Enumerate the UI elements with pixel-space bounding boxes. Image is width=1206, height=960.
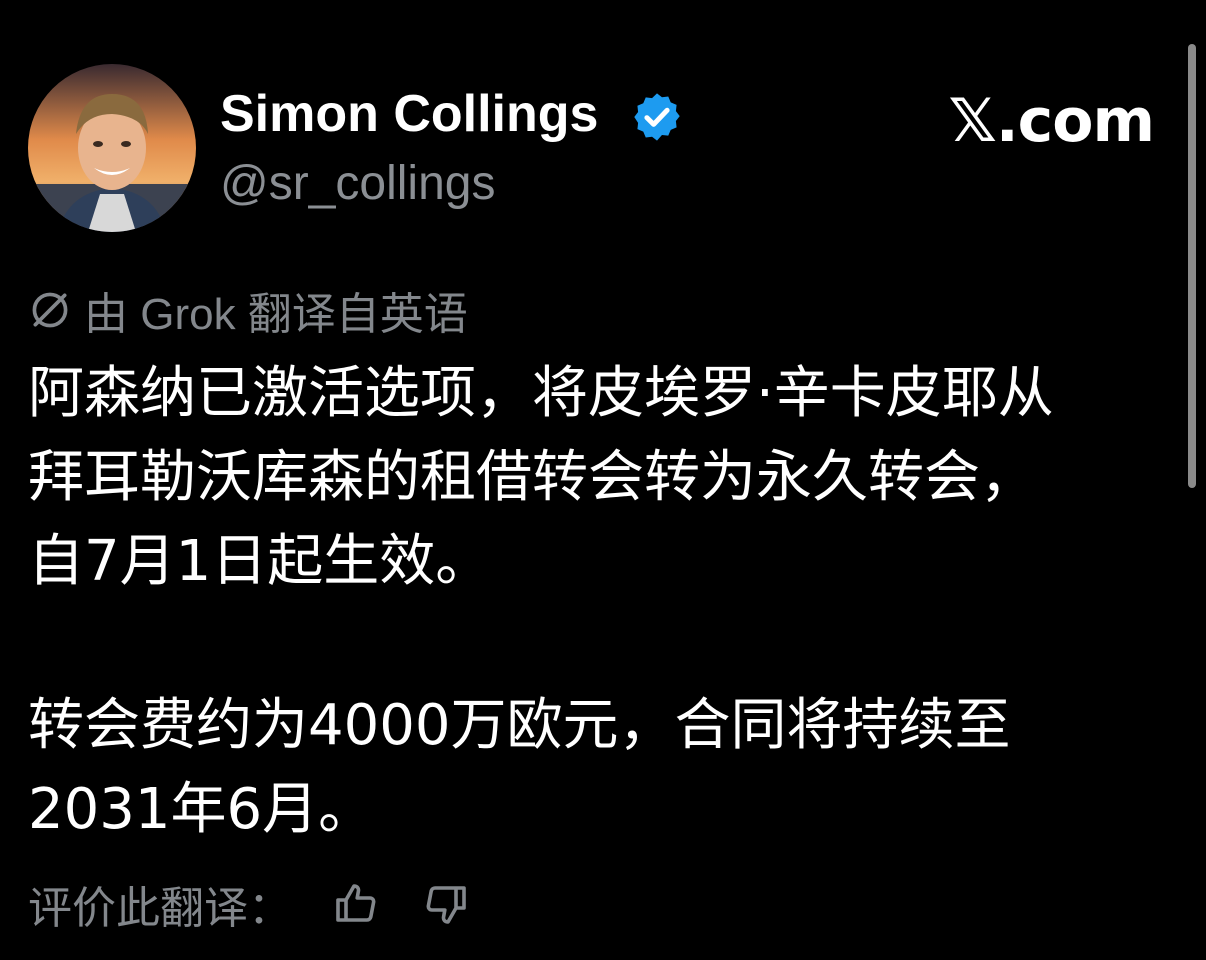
rate-translation: 评价此翻译：	[28, 872, 472, 936]
author-handle[interactable]: @sr_collings	[220, 156, 495, 211]
status-bar-fragment	[560, 0, 640, 4]
author-name[interactable]: Simon Collings	[220, 84, 598, 144]
site-brand-logo: 𝕏.com	[948, 86, 1155, 156]
tweet-paragraph-1: 阿森纳已激活选项，将皮埃罗·辛卡皮耶从 拜耳勒沃库森的租借转会转为永久转会， 自…	[28, 361, 1054, 594]
rate-label: 评价此翻译：	[28, 884, 292, 933]
scrollbar-thumb[interactable]	[1188, 44, 1196, 488]
avatar-image	[28, 64, 196, 232]
thumbs-down-button[interactable]	[420, 878, 472, 930]
verified-badge-icon	[634, 93, 680, 141]
thumbs-down-icon	[426, 886, 466, 924]
translation-note-text: 由 Grok 翻译自英语	[84, 290, 468, 339]
tweet-body: 阿森纳已激活选项，将皮埃罗·辛卡皮耶从 拜耳勒沃库森的租借转会转为永久转会， 自…	[28, 352, 1188, 852]
grok-icon	[32, 292, 68, 328]
tweet-paragraph-2: 转会费约为4000万欧元，合同将持续至 2031年6月。	[28, 693, 1011, 842]
thumbs-up-button[interactable]	[330, 878, 382, 930]
thumbs-up-icon	[336, 884, 376, 922]
author-avatar[interactable]	[28, 64, 196, 232]
translation-note[interactable]: 由 Grok 翻译自英语	[28, 278, 468, 342]
